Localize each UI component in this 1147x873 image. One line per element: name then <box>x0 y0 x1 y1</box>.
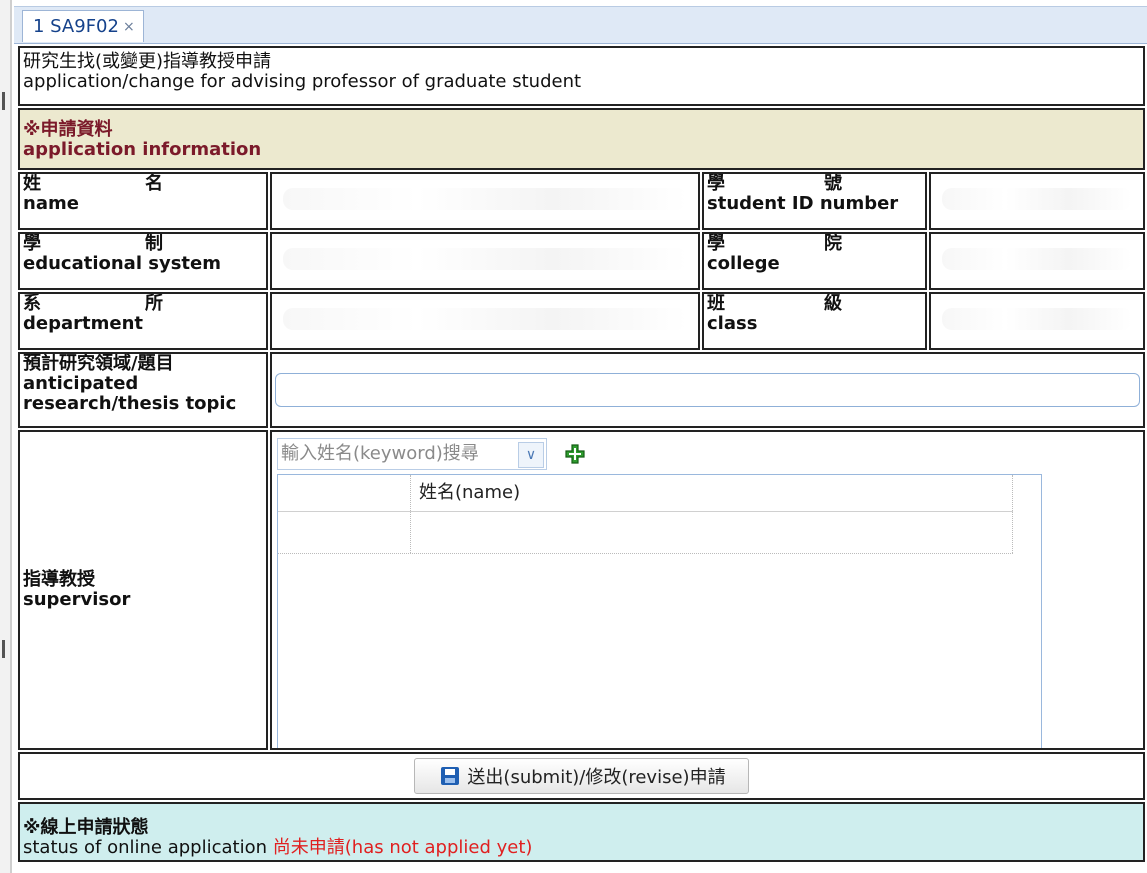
status-value: 尚未申請(has not applied yet) <box>272 837 533 858</box>
submit-row: 送出(submit)/修改(revise)申請 <box>18 752 1145 800</box>
label-zh: 系 <box>23 293 41 314</box>
label-en: department <box>23 313 143 334</box>
label-zh: 名 <box>145 173 163 194</box>
value-department <box>270 292 700 350</box>
status-title-en: status of online application <box>23 837 268 858</box>
label-zh: 學 <box>707 233 725 254</box>
label-en: college <box>707 253 780 274</box>
label-zh: 學 <box>707 173 725 194</box>
edge-marker <box>2 640 5 658</box>
tab-label: 1 SA9F02 <box>33 16 119 37</box>
add-icon[interactable] <box>565 444 585 464</box>
close-icon[interactable]: × <box>123 19 135 35</box>
submit-label: 送出(submit)/修改(revise)申請 <box>467 767 726 788</box>
edge-marker <box>2 92 5 110</box>
section-title-zh: ※申請資料 <box>23 119 113 140</box>
grid-column-name[interactable]: 姓名(name) <box>419 483 520 503</box>
value-name <box>270 172 700 230</box>
label-en: educational system <box>23 253 221 274</box>
label-zh: 院 <box>824 233 842 254</box>
table-row[interactable] <box>278 511 1013 554</box>
label-en: research/thesis topic <box>23 393 237 414</box>
value-student-id <box>929 172 1145 230</box>
submit-button[interactable]: 送出(submit)/修改(revise)申請 <box>414 758 749 794</box>
label-en: class <box>707 313 758 334</box>
label-zh: 預計研究領域/題目 <box>23 353 174 374</box>
label-class: 班 級 class <box>702 292 927 350</box>
tab-sa9f02[interactable]: 1 SA9F02 × <box>22 10 144 42</box>
redacted-value <box>283 308 687 330</box>
form-title: 研究生找(或變更)指導教授申請 application/change for a… <box>18 46 1145 106</box>
form-title-en: application/change for advising professo… <box>23 71 582 92</box>
label-zh: 姓 <box>23 173 41 194</box>
redacted-value <box>942 188 1132 210</box>
label-zh: 班 <box>707 293 725 314</box>
supervisor-cell: 輸入姓名(keyword)搜尋 ∨ 姓名(name) <box>270 430 1145 750</box>
label-edu-system: 學 制 educational system <box>18 232 268 290</box>
value-college <box>929 232 1145 290</box>
redacted-value <box>942 248 1132 270</box>
label-zh: 所 <box>145 293 163 314</box>
label-zh: 制 <box>145 233 163 254</box>
redacted-value <box>283 188 687 210</box>
grid-header <box>278 475 1013 512</box>
value-class <box>929 292 1145 350</box>
label-name: 姓 名 name <box>18 172 268 230</box>
redacted-value <box>283 248 687 270</box>
section-application-info: ※申請資料 application information <box>18 108 1145 170</box>
label-en: student ID number <box>707 193 899 214</box>
topic-input[interactable] <box>275 373 1140 407</box>
value-edu-system <box>270 232 700 290</box>
label-student-id: 學 號 student ID number <box>702 172 927 230</box>
left-edge <box>0 0 12 873</box>
redacted-value <box>942 308 1132 330</box>
label-college: 學 院 college <box>702 232 927 290</box>
supervisor-grid: 姓名(name) <box>277 474 1042 748</box>
form-title-zh: 研究生找(或變更)指導教授申請 <box>23 51 272 72</box>
topic-cell <box>270 352 1145 428</box>
label-department: 系 所 department <box>18 292 268 350</box>
tab-bar: 1 SA9F02 × <box>14 6 1147 44</box>
label-supervisor: 指導教授 supervisor <box>18 430 268 750</box>
save-icon <box>441 767 460 785</box>
label-zh: 學 <box>23 233 41 254</box>
status-title-zh: ※線上申請狀態 <box>23 817 149 838</box>
label-en: supervisor <box>23 589 131 610</box>
label-zh: 號 <box>824 173 842 194</box>
label-en: anticipated <box>23 373 139 394</box>
application-form: 研究生找(或變更)指導教授申請 application/change for a… <box>16 44 1147 864</box>
label-zh: 指導教授 <box>23 569 95 590</box>
section-title-en: application information <box>23 139 262 160</box>
section-status: ※線上申請狀態 status of online application 尚未申… <box>18 802 1145 862</box>
label-en: name <box>23 193 79 214</box>
label-topic: 預計研究領域/題目 anticipated research/thesis to… <box>18 352 268 428</box>
search-placeholder: 輸入姓名(keyword)搜尋 <box>281 443 479 464</box>
chevron-down-icon[interactable]: ∨ <box>518 442 544 468</box>
supervisor-search-combobox[interactable]: 輸入姓名(keyword)搜尋 ∨ <box>277 438 547 470</box>
label-zh: 級 <box>824 293 842 314</box>
